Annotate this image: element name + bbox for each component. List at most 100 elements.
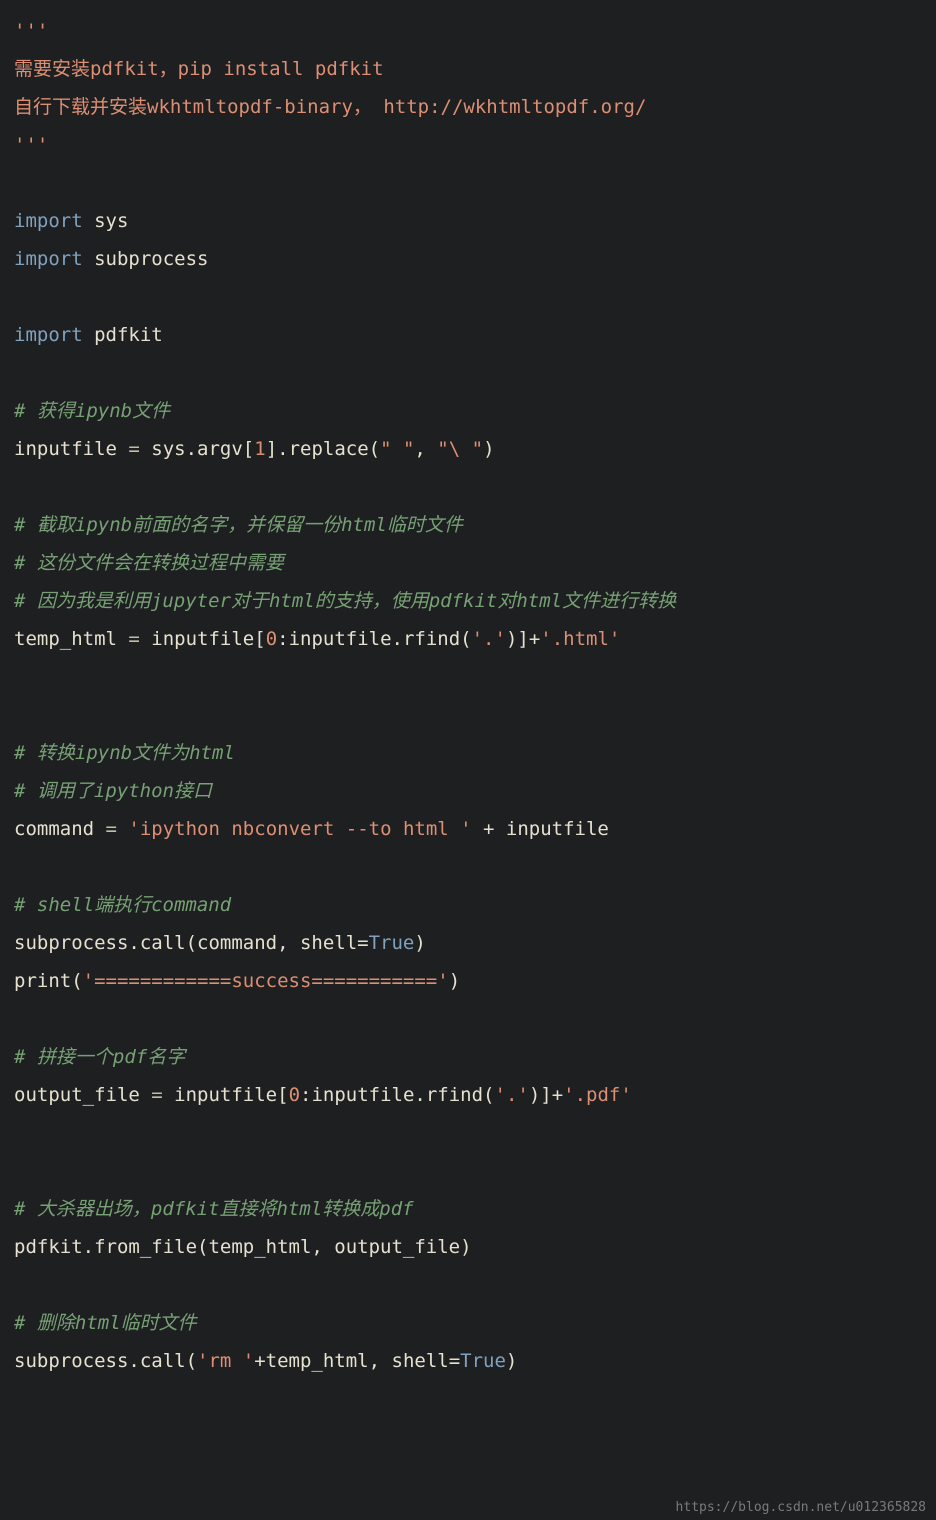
code-token: # 大杀器出场，pdfkit直接将html转换成pdf <box>14 1198 414 1220</box>
code-line: # 拼接一个pdf名字 <box>14 1038 922 1076</box>
code-token: 0 <box>266 628 277 650</box>
code-token <box>117 818 128 840</box>
code-line: # 调用了ipython接口 <box>14 772 922 810</box>
code-token: ''' <box>14 20 48 42</box>
code-line: import pdfkit <box>14 316 922 354</box>
code-token: :inputfile.rfind( <box>300 1084 494 1106</box>
code-token: # 删除html临时文件 <box>14 1312 197 1334</box>
code-line: ''' <box>14 12 922 50</box>
code-token: 1 <box>254 438 265 460</box>
code-token: = <box>151 1084 162 1106</box>
code-line: output_file = inputfile[0:inputfile.rfin… <box>14 1076 922 1114</box>
code-token: subprocess <box>83 248 209 270</box>
code-token: )]+ <box>529 1084 563 1106</box>
code-token: pdfkit <box>83 324 163 346</box>
code-token: import <box>14 324 83 346</box>
code-token: # 截取ipynb前面的名字，并保留一份html临时文件 <box>14 514 463 536</box>
code-token: 'rm ' <box>197 1350 254 1372</box>
code-line <box>14 354 922 392</box>
code-line: subprocess.call(command, shell=True) <box>14 924 922 962</box>
code-line: ''' <box>14 126 922 164</box>
code-token: 自行下载并安装wkhtmltopdf-binary， http://wkhtml… <box>14 96 646 118</box>
code-line: # 大杀器出场，pdfkit直接将html转换成pdf <box>14 1190 922 1228</box>
code-token: # 拼接一个pdf名字 <box>14 1046 185 1068</box>
code-line: import subprocess <box>14 240 922 278</box>
code-line <box>14 696 922 734</box>
code-token: 0 <box>289 1084 300 1106</box>
code-token: '============success===========' <box>83 970 449 992</box>
code-token: pdfkit.from_file(temp_html, output_file) <box>14 1236 472 1258</box>
code-line: # 获得ipynb文件 <box>14 392 922 430</box>
code-editor: ''' 需要安装pdfkit，pip install pdfkit 自行下载并安装w… <box>14 12 922 1380</box>
code-line: # 转换ipynb文件为html <box>14 734 922 772</box>
code-line: temp_html = inputfile[0:inputfile.rfind(… <box>14 620 922 658</box>
code-line: subprocess.call('rm '+temp_html, shell=T… <box>14 1342 922 1380</box>
code-token: = <box>128 438 139 460</box>
code-token: ].replace( <box>266 438 380 460</box>
code-token: True <box>460 1350 506 1372</box>
code-token: '.html' <box>540 628 620 650</box>
code-line: pdfkit.from_file(temp_html, output_file) <box>14 1228 922 1266</box>
code-token: # 这份文件会在转换过程中需要 <box>14 552 284 574</box>
code-token: # 转换ipynb文件为html <box>14 742 235 764</box>
code-line <box>14 848 922 886</box>
code-token: # 获得ipynb文件 <box>14 400 170 422</box>
code-token: '.' <box>472 628 506 650</box>
code-token: inputfile <box>14 438 128 460</box>
code-line <box>14 278 922 316</box>
code-token: = <box>128 628 139 650</box>
code-token: ) <box>414 932 425 954</box>
code-token: "\ " <box>437 438 483 460</box>
code-token: :inputfile.rfind( <box>277 628 471 650</box>
code-token: subprocess.call( <box>14 1350 197 1372</box>
code-token: '.' <box>495 1084 529 1106</box>
code-line <box>14 1266 922 1304</box>
code-token: ) <box>449 970 460 992</box>
code-line <box>14 1114 922 1152</box>
code-line <box>14 658 922 696</box>
code-line: import sys <box>14 202 922 240</box>
code-line: # shell端执行command <box>14 886 922 924</box>
code-token: inputfile[ <box>163 1084 289 1106</box>
code-token: )]+ <box>506 628 540 650</box>
code-token: # 因为我是利用jupyter对于html的支持，使用pdfkit对html文件… <box>14 590 676 612</box>
code-token: # shell端执行command <box>14 894 231 916</box>
code-token: inputfile[ <box>140 628 266 650</box>
code-token: +temp_html, shell= <box>254 1350 460 1372</box>
code-line: 需要安装pdfkit，pip install pdfkit <box>14 50 922 88</box>
code-line <box>14 164 922 202</box>
code-token: command <box>14 818 106 840</box>
watermark-text: https://blog.csdn.net/u012365828 <box>676 1501 926 1514</box>
code-token: '.pdf' <box>563 1084 632 1106</box>
code-token: import <box>14 210 83 232</box>
code-token: , <box>414 438 437 460</box>
code-line: # 因为我是利用jupyter对于html的支持，使用pdfkit对html文件… <box>14 582 922 620</box>
code-token: ) <box>483 438 494 460</box>
code-token: temp_html <box>14 628 128 650</box>
code-line: 自行下载并安装wkhtmltopdf-binary， http://wkhtml… <box>14 88 922 126</box>
code-line: # 这份文件会在转换过程中需要 <box>14 544 922 582</box>
code-token: import <box>14 248 83 270</box>
code-line: print('============success===========') <box>14 962 922 1000</box>
code-token: " " <box>380 438 414 460</box>
code-token: ) <box>506 1350 517 1372</box>
code-token: 需要安装pdfkit，pip install pdfkit <box>14 58 384 80</box>
code-token: # 调用了ipython接口 <box>14 780 212 802</box>
code-token: ''' <box>14 134 48 156</box>
code-line: # 删除html临时文件 <box>14 1304 922 1342</box>
code-token: sys.argv[ <box>140 438 254 460</box>
code-token: print( <box>14 970 83 992</box>
code-line: inputfile = sys.argv[1].replace(" ", "\ … <box>14 430 922 468</box>
code-line <box>14 1152 922 1190</box>
code-line: command = 'ipython nbconvert --to html '… <box>14 810 922 848</box>
code-line <box>14 468 922 506</box>
code-token: output_file <box>14 1084 151 1106</box>
code-token: 'ipython nbconvert --to html ' <box>128 818 471 840</box>
code-token: True <box>369 932 415 954</box>
code-line <box>14 1000 922 1038</box>
code-token: subprocess.call(command, shell= <box>14 932 369 954</box>
code-token: = <box>106 818 117 840</box>
code-line: # 截取ipynb前面的名字，并保留一份html临时文件 <box>14 506 922 544</box>
code-token: + inputfile <box>472 818 609 840</box>
code-token: sys <box>83 210 129 232</box>
